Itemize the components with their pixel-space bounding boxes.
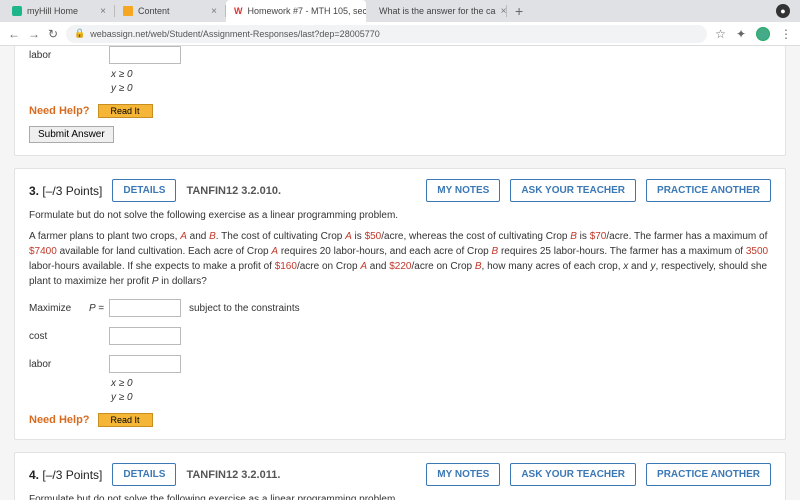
tab-label: Homework #7 - MTH 105, sec (248, 6, 367, 16)
page-content: labor x ≥ 0 y ≥ 0 Need Help? Read It Sub… (0, 46, 800, 500)
practice-another-button[interactable]: PRACTICE ANOTHER (646, 463, 771, 486)
maximize-label: Maximize (29, 303, 89, 314)
site-icon (123, 6, 133, 16)
details-button[interactable]: DETAILS (112, 463, 176, 486)
lp-form: Maximize P = subject to the constraints … (29, 299, 771, 373)
question-prompt: Formulate but do not solve the following… (29, 210, 771, 221)
site-icon (12, 6, 22, 16)
labor-input[interactable] (109, 46, 181, 64)
nonneg-constraints: x ≥ 0 y ≥ 0 (111, 377, 771, 405)
constraint-x: x ≥ 0 (111, 377, 771, 391)
p-equals: P = (89, 303, 109, 314)
question-number: 3. [–/3 Points] (29, 184, 102, 198)
extensions-icon[interactable]: ✦ (736, 27, 746, 41)
details-button[interactable]: DETAILS (112, 179, 176, 202)
browser-tab[interactable]: myHill Home × (4, 0, 114, 22)
constraint-y: y ≥ 0 (111, 82, 771, 96)
subject-label: subject to the constraints (189, 303, 771, 314)
question-number: 4. [–/3 Points] (29, 468, 102, 482)
row-label-labor: labor (29, 359, 89, 370)
need-help-label: Need Help? (29, 414, 90, 426)
my-notes-button[interactable]: MY NOTES (426, 179, 500, 202)
labor-input[interactable] (109, 355, 181, 373)
site-icon: W (234, 6, 243, 16)
reload-icon[interactable]: ↻ (48, 27, 58, 41)
forward-icon[interactable]: → (28, 27, 40, 41)
tab-label: myHill Home (27, 6, 78, 16)
question-source: TANFIN12 3.2.011. (186, 469, 280, 481)
new-tab-button[interactable]: + (507, 3, 531, 19)
url-text: webassign.net/web/Student/Assignment-Res… (90, 29, 379, 39)
ask-teacher-button[interactable]: ASK YOUR TEACHER (510, 179, 636, 202)
read-it-button[interactable]: Read It (98, 413, 153, 427)
ask-teacher-button[interactable]: ASK YOUR TEACHER (510, 463, 636, 486)
question-source: TANFIN12 3.2.010. (186, 185, 281, 197)
browser-address-bar: ← → ↻ 🔒 webassign.net/web/Student/Assign… (0, 22, 800, 46)
lock-icon: 🔒 (74, 28, 85, 39)
question-header: 3. [–/3 Points] DETAILS TANFIN12 3.2.010… (29, 179, 771, 202)
practice-another-button[interactable]: PRACTICE ANOTHER (646, 179, 771, 202)
need-help-label: Need Help? (29, 105, 90, 117)
profile-menu-icon[interactable]: ● (776, 4, 790, 18)
submit-answer-button[interactable]: Submit Answer (29, 126, 114, 143)
browser-tab[interactable]: Content × (115, 0, 225, 22)
objective-input[interactable] (109, 299, 181, 317)
question-card-partial: labor x ≥ 0 y ≥ 0 Need Help? Read It Sub… (14, 46, 786, 156)
question-story: A farmer plans to plant two crops, A and… (29, 229, 771, 289)
question-card-4: 4. [–/3 Points] DETAILS TANFIN12 3.2.011… (14, 452, 786, 500)
tab-label: What is the answer for the ca (379, 6, 496, 16)
nonneg-constraints: x ≥ 0 y ≥ 0 (111, 68, 771, 96)
browser-tab-active[interactable]: W Homework #7 - MTH 105, sec × (226, 0, 366, 22)
cost-input[interactable] (109, 327, 181, 345)
tab-label: Content (138, 6, 170, 16)
url-input[interactable]: 🔒 webassign.net/web/Student/Assignment-R… (66, 25, 707, 43)
avatar[interactable] (756, 27, 770, 41)
browser-tab-bar: myHill Home × Content × W Homework #7 - … (0, 0, 800, 22)
back-icon[interactable]: ← (8, 27, 20, 41)
row-label-labor: labor (29, 50, 89, 61)
question-prompt: Formulate but do not solve the following… (29, 494, 771, 500)
my-notes-button[interactable]: MY NOTES (426, 463, 500, 486)
constraint-y: y ≥ 0 (111, 391, 771, 405)
kebab-icon[interactable]: ⋮ (780, 27, 792, 41)
question-card-3: 3. [–/3 Points] DETAILS TANFIN12 3.2.010… (14, 168, 786, 440)
browser-tab[interactable]: What is the answer for the ca × (366, 0, 506, 22)
constraint-x: x ≥ 0 (111, 68, 771, 82)
close-icon[interactable]: × (211, 6, 217, 17)
close-icon[interactable]: × (100, 6, 106, 17)
question-header: 4. [–/3 Points] DETAILS TANFIN12 3.2.011… (29, 463, 771, 486)
row-label-cost: cost (29, 331, 89, 342)
read-it-button[interactable]: Read It (98, 104, 153, 118)
star-icon[interactable]: ☆ (715, 27, 726, 41)
